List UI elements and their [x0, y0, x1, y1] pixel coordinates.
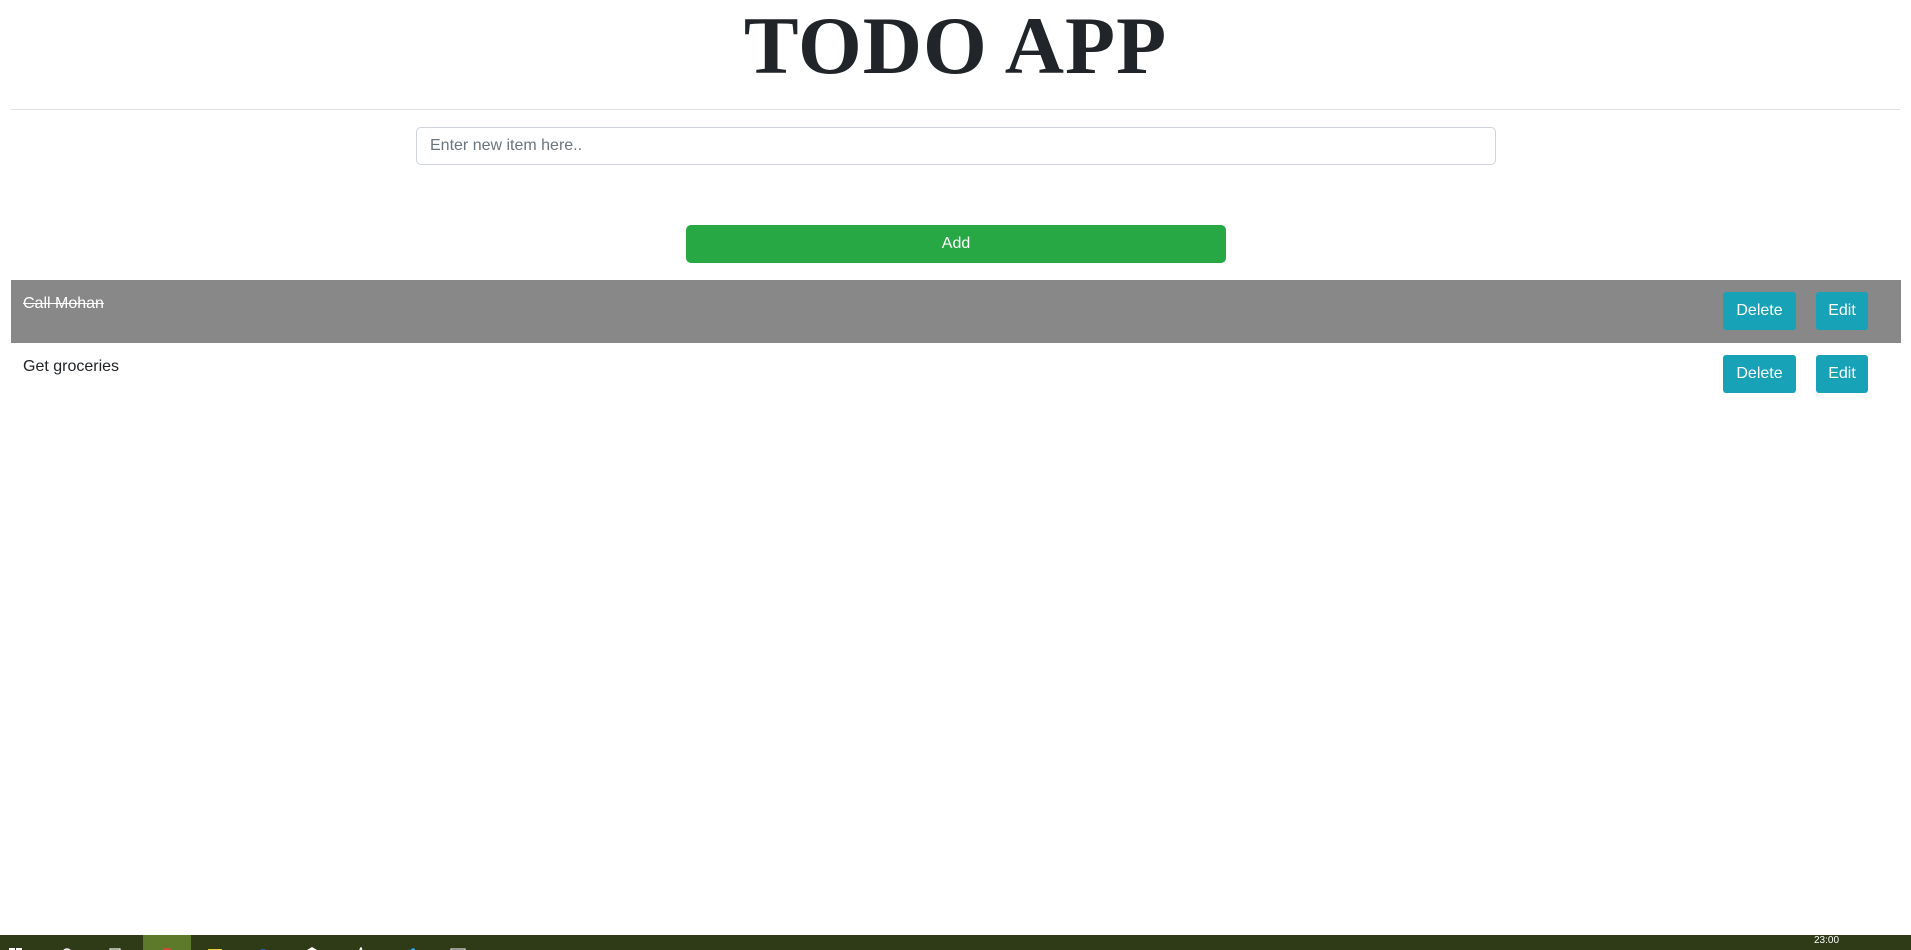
windows-taskbar: 23:00 [0, 935, 1911, 950]
file-explorer-icon[interactable] [207, 944, 223, 950]
chrome-icon[interactable] [159, 944, 175, 950]
windows-start-icon[interactable] [8, 944, 24, 950]
edit-button[interactable]: Edit [1816, 292, 1868, 330]
page-title: TODO APP [743, 0, 1168, 91]
todo-item-text[interactable]: Get groceries [23, 357, 119, 377]
edge-icon[interactable] [255, 944, 271, 950]
terminal-icon[interactable] [450, 944, 466, 950]
todo-app-page: TODO APP Add Call Mohan Delete Edit Get … [0, 0, 1911, 950]
taskbar-clock[interactable]: 23:00 [1814, 935, 1839, 947]
todo-item: Get groceries Delete Edit [11, 343, 1901, 406]
vscode-icon[interactable] [401, 944, 417, 950]
add-button[interactable]: Add [686, 225, 1226, 263]
delete-button[interactable]: Delete [1723, 355, 1796, 393]
dropbox-icon[interactable] [304, 944, 320, 950]
todo-item: Call Mohan Delete Edit [11, 280, 1901, 343]
delete-button[interactable]: Delete [1723, 292, 1796, 330]
app-icon[interactable] [352, 944, 368, 950]
task-view-icon[interactable] [108, 944, 124, 950]
search-icon[interactable] [60, 944, 76, 950]
todo-list: Call Mohan Delete Edit Get groceries Del… [11, 280, 1901, 406]
new-item-input[interactable] [416, 127, 1496, 165]
todo-item-text[interactable]: Call Mohan [23, 294, 104, 314]
edit-button[interactable]: Edit [1816, 355, 1868, 393]
title-divider [11, 109, 1900, 110]
